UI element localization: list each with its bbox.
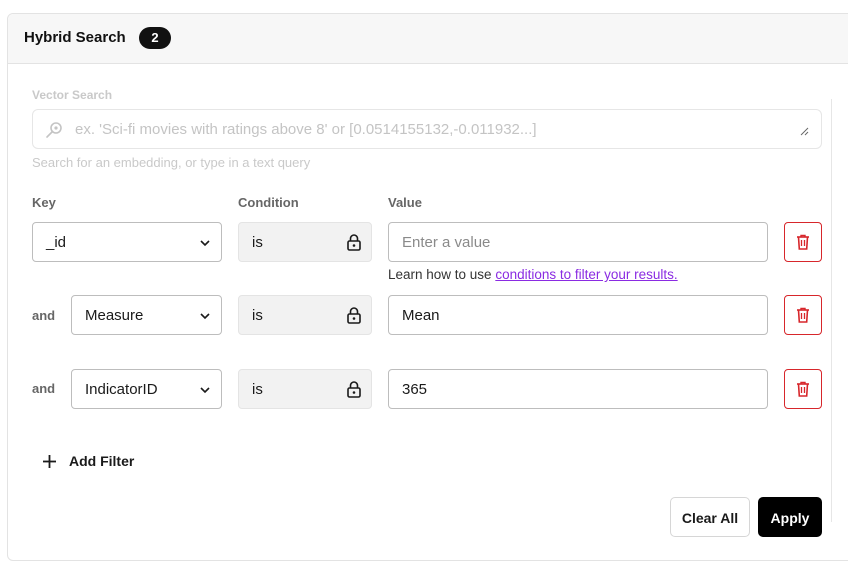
conditions-help-link[interactable]: conditions to filter your results. [495,267,677,282]
help-prefix: Learn how to use [388,267,496,282]
delete-filter-button-row-2[interactable] [784,295,822,335]
add-filter-label: Add Filter [69,453,135,469]
condition-field-row-2: is [238,295,372,335]
trash-icon [796,307,810,328]
trash-icon [796,234,810,255]
lock-icon [347,381,361,403]
value-input-row-1[interactable] [388,222,768,262]
panel-title: Hybrid Search [24,29,126,46]
chevron-down-icon [199,383,211,401]
value-input-row-3[interactable] [388,369,768,409]
and-connector-row-2: and [32,308,56,323]
condition-value: is [252,307,263,324]
value-input-row-2[interactable] [388,295,768,335]
vector-search-input[interactable]: ex. 'Sci-fi movies with ratings above 8'… [32,109,822,149]
lock-icon [347,234,361,256]
scroll-divider [831,99,832,522]
lock-icon [347,307,361,329]
plus-icon [42,454,57,472]
resize-handle-icon[interactable] [800,123,809,141]
condition-column-label: Condition [238,195,299,210]
condition-value: is [252,234,263,251]
trash-icon [796,381,810,402]
chevron-down-icon [199,236,211,254]
conditions-help-text: Learn how to use conditions to filter yo… [388,267,678,282]
panel-header: Hybrid Search 2 [8,14,848,64]
apply-button[interactable]: Apply [758,497,822,537]
delete-filter-button-row-3[interactable] [784,369,822,409]
chevron-down-icon [199,309,211,327]
vector-search-placeholder: ex. 'Sci-fi movies with ratings above 8'… [75,121,537,138]
delete-filter-button-row-1[interactable] [784,222,822,262]
value-column-label: Value [388,195,422,210]
condition-field-row-3: is [238,369,372,409]
search-icon [45,121,65,144]
key-select-row-3[interactable]: IndicatorID [71,369,222,409]
key-select-row-2[interactable]: Measure [71,295,222,335]
key-select-value: IndicatorID [85,381,158,398]
key-column-label: Key [32,195,56,210]
key-select-value: Measure [85,307,144,324]
vector-search-label: Vector Search [32,88,113,102]
condition-value: is [252,381,263,398]
key-select-row-1[interactable]: _id [32,222,222,262]
filter-count-badge: 2 [139,27,171,49]
clear-all-button[interactable]: Clear All [670,497,750,537]
key-select-value: _id [46,234,67,251]
vector-search-help: Search for an embedding, or type in a te… [32,155,311,170]
hybrid-search-panel: Hybrid Search 2 [7,13,848,561]
and-connector-row-3: and [32,381,56,396]
condition-field-row-1: is [238,222,372,262]
